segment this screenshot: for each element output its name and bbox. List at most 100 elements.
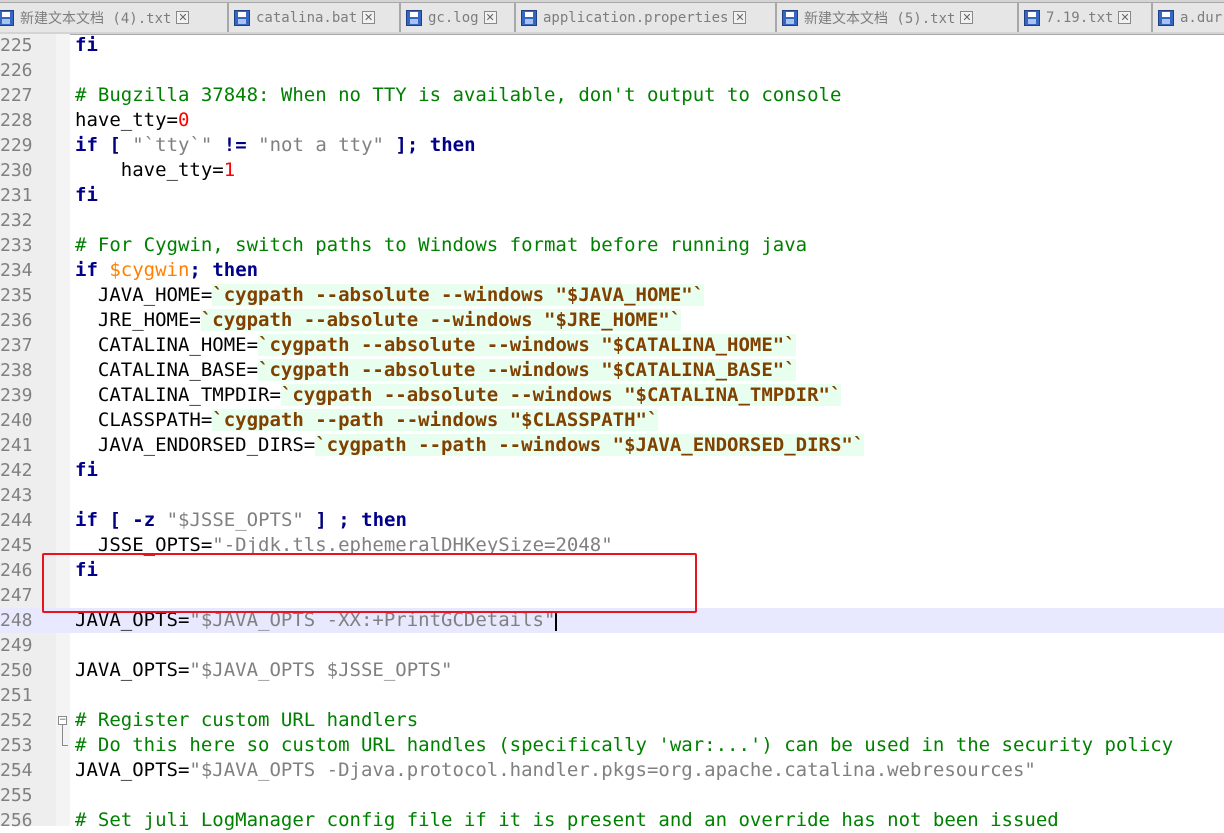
code-line[interactable]: 251 [0, 683, 1224, 708]
code-line[interactable]: 226 [0, 58, 1224, 83]
fold-end-marker [62, 745, 68, 746]
save-disk-icon [406, 9, 422, 26]
token-cmt: # Do this here so custom URL handles (sp… [75, 734, 1174, 756]
line-number: 250 [0, 660, 33, 681]
line-number: 227 [0, 85, 33, 106]
tab-close-icon[interactable]: ✕ [176, 11, 190, 24]
code-text: JAVA_ENDORSED_DIRS=`cygpath --path --win… [75, 433, 865, 458]
tab-close-icon[interactable]: ✕ [483, 11, 497, 24]
code-line[interactable]: 227 # Bugzilla 37848: When no TTY is avai… [0, 83, 1224, 108]
token-op: ] [315, 509, 327, 531]
tab-5[interactable]: 7.19.txt ✕ [1018, 2, 1152, 32]
code-line[interactable]: 240 CLASSPATH=`cygpath --path --windows … [0, 408, 1224, 433]
code-line[interactable]: 243 [0, 483, 1224, 508]
code-line[interactable]: 255 [0, 783, 1224, 808]
token-bt: `cygpath --absolute --windows "$JAVA_HOM… [212, 284, 705, 306]
line-number: 225 [0, 35, 33, 56]
token-plain: CATALINA_BASE= [75, 359, 259, 381]
line-number: 238 [0, 360, 33, 381]
line-number: 229 [0, 135, 33, 156]
token-op: != [223, 134, 247, 156]
text-caret [555, 610, 558, 631]
code-text: fi [75, 183, 98, 208]
line-number: 239 [0, 385, 33, 406]
save-disk-icon [234, 9, 250, 26]
line-number: 256 [0, 810, 33, 831]
code-text: CATALINA_BASE=`cygpath --absolute --wind… [75, 358, 796, 383]
code-line[interactable]: 239 CATALINA_TMPDIR=`cygpath --absolute … [0, 383, 1224, 408]
line-number: 252 [0, 710, 33, 731]
code-line[interactable]: 225 fi [0, 33, 1224, 58]
line-number: 246 [0, 560, 33, 581]
token-cmt: # Register custom URL handlers [75, 709, 419, 731]
token-bt: `cygpath --absolute --windows "$JRE_HOME… [200, 309, 682, 331]
token-bt: `cygpath --absolute --windows "$CATALINA… [258, 334, 796, 356]
line-number: 226 [0, 60, 33, 81]
code-line[interactable]: 237 CATALINA_HOME=`cygpath --absolute --… [0, 333, 1224, 358]
code-line[interactable]: 238 CATALINA_BASE=`cygpath --absolute --… [0, 358, 1224, 383]
code-line[interactable]: 230 have_tty=1 [0, 158, 1224, 183]
line-number: 230 [0, 160, 33, 181]
code-line[interactable]: 228 have_tty=0 [0, 108, 1224, 133]
code-text: have_tty=1 [75, 158, 235, 183]
token-op: [ [109, 509, 121, 531]
token-op: ; [189, 259, 201, 281]
line-number: 237 [0, 335, 33, 356]
save-disk-icon [1024, 9, 1040, 26]
line-number: 241 [0, 435, 33, 456]
code-line[interactable]: 244 if [ -z "$JSSE_OPTS" ] ; then [0, 508, 1224, 533]
fold-collapse-icon[interactable]: − [58, 716, 67, 725]
code-line[interactable]: 252 # Register custom URL handlers [0, 708, 1224, 733]
token-kw: if [75, 134, 98, 156]
save-disk-icon [1158, 9, 1174, 26]
tab-6[interactable]: a.dur [1152, 2, 1224, 32]
line-number: 254 [0, 760, 33, 781]
token-kw: if [75, 509, 98, 531]
code-text: # Register custom URL handlers [75, 708, 418, 733]
code-line[interactable]: 233 # For Cygwin, switch paths to Windows… [0, 233, 1224, 258]
tab-0[interactable]: 新建文本文档 (4).txt ✕ [0, 2, 228, 32]
tab-close-icon[interactable]: ✕ [1118, 11, 1132, 24]
code-text: JAVA_HOME=`cygpath --absolute --windows … [75, 283, 705, 308]
code-line[interactable]: 249 [0, 633, 1224, 658]
tab-close-icon[interactable]: ✕ [733, 11, 747, 24]
tab-4[interactable]: 新建文本文档 (5).txt ✕ [776, 2, 1018, 32]
code-line[interactable]: 229 if [ "`tty`" != "not a tty" ]; then [0, 133, 1224, 158]
tab-1[interactable]: catalina.bat ✕ [228, 2, 400, 32]
code-line[interactable]: 235 JAVA_HOME=`cygpath --absolute --wind… [0, 283, 1224, 308]
code-line[interactable]: 231 fi [0, 183, 1224, 208]
code-line[interactable]: 256 # Set juli LogManager config file if … [0, 808, 1224, 833]
code-line[interactable]: 241 JAVA_ENDORSED_DIRS=`cygpath --path -… [0, 433, 1224, 458]
code-line[interactable]: 250 JAVA_OPTS="$JAVA_OPTS $JSSE_OPTS" [0, 658, 1224, 683]
tab-3[interactable]: application.properties ✕ [515, 2, 776, 32]
code-line[interactable]: 234 if $cygwin; then [0, 258, 1224, 283]
code-line[interactable]: 232 [0, 208, 1224, 233]
tab-close-icon[interactable]: ✕ [362, 11, 376, 24]
code-line[interactable]: 242 fi [0, 458, 1224, 483]
line-number: 249 [0, 635, 33, 656]
token-op: ]; [395, 134, 419, 156]
code-line[interactable]: 253 # Do this here so custom URL handles … [0, 733, 1224, 758]
token-str: "$JSSE_OPTS" [166, 509, 304, 531]
line-number: 236 [0, 310, 33, 331]
token-kw: then [361, 509, 407, 531]
line-number: 245 [0, 535, 33, 556]
code-text: fi [75, 33, 98, 58]
tab-2[interactable]: gc.log ✕ [400, 2, 515, 32]
code-line[interactable]: 254 JAVA_OPTS="$JAVA_OPTS -Djava.protocol… [0, 758, 1224, 783]
token-op: ; [338, 509, 350, 531]
tab-close-icon[interactable]: ✕ [960, 11, 974, 24]
fold-guide-line [62, 725, 63, 746]
code-editor[interactable]: 225 fi 226 227 # Bugzilla 37848: When no TTY… [0, 33, 1224, 831]
code-text: fi [75, 458, 98, 483]
code-text: CATALINA_HOME=`cygpath --absolute --wind… [75, 333, 796, 358]
code-line[interactable]: 236 JRE_HOME=`cygpath --absolute --windo… [0, 308, 1224, 333]
token-plain: have_tty= [75, 159, 224, 181]
token-bt: `cygpath --absolute --windows "$CATALINA… [280, 384, 842, 406]
token-num: 0 [177, 109, 190, 131]
token-kw: fi [75, 34, 98, 56]
line-number: 253 [0, 735, 33, 756]
